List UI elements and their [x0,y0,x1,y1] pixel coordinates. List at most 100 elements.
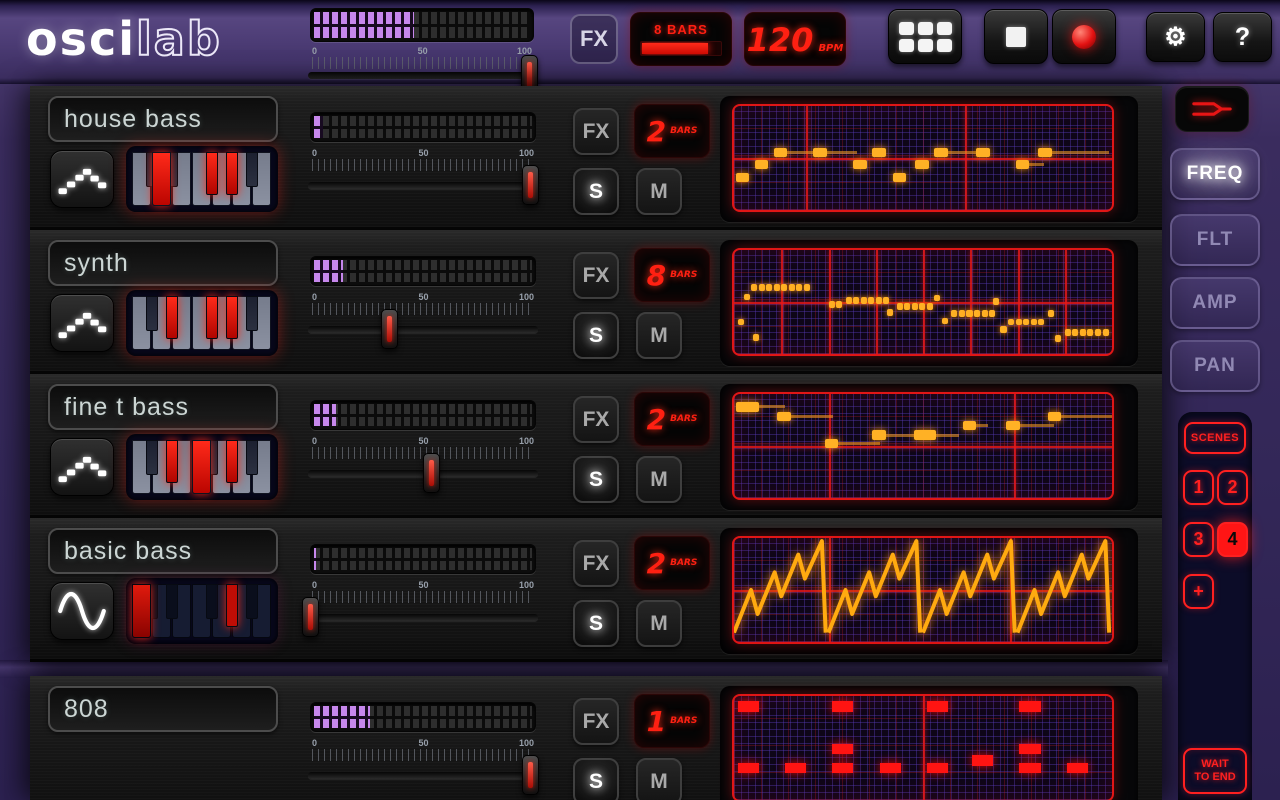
logo-text-solid: osci [26,12,137,66]
track-name-field[interactable]: 808 [48,686,278,732]
bars-display[interactable]: 2 BARS [634,104,710,158]
bars-unit: BARS [670,414,698,424]
volume-slider-track[interactable] [308,326,538,333]
song-bars-label: 8 BARS [654,22,708,37]
bpm-value: 120 [746,21,814,59]
mute-button[interactable]: M [636,600,682,647]
pattern-display[interactable] [720,528,1138,654]
master-fx-button[interactable]: FX [570,14,618,64]
black-key [225,440,239,484]
fx-button[interactable]: FX [573,396,619,443]
pads-view-button[interactable] [888,9,962,64]
keyboard-button[interactable] [126,434,278,500]
scene-add-button[interactable]: + [1183,574,1214,609]
tab-pan[interactable]: PAN [1170,340,1260,392]
fx-button[interactable]: FX [573,698,619,745]
mute-button[interactable]: M [636,758,682,800]
volume-slider-handle[interactable] [522,755,539,795]
track-name-field[interactable]: basic bass [48,528,278,574]
master-slider-scale: 0 50 100 [312,46,532,72]
track-meter-fill [314,116,323,138]
pattern-display[interactable] [720,240,1138,366]
wave-shape-button[interactable] [50,294,114,352]
pattern-display[interactable] [720,384,1138,510]
scale-tick-0: 0 [312,292,318,302]
tab-freq[interactable]: FREQ [1170,148,1260,200]
wave-shape-button[interactable] [50,438,114,496]
track-row: house bass 0 50 100 FX 2 BARS S M [30,86,1162,230]
fx-button[interactable]: FX [573,108,619,155]
tab-amp[interactable]: AMP [1170,277,1260,329]
volume-slider-scale: 0 50 100 [312,292,534,318]
keyboard-button[interactable] [126,146,278,212]
bar-divider-line [805,106,808,210]
pattern-display[interactable] [720,686,1138,800]
track-name-field[interactable]: fine t bass [48,384,278,430]
note-block [1006,421,1020,431]
keyboard-button[interactable] [126,290,278,356]
black-key [225,152,239,196]
bars-display[interactable]: 1 BARS [634,694,710,748]
volume-slider-handle[interactable] [381,309,399,349]
solo-button[interactable]: S [573,456,619,503]
scene-button-3[interactable]: 3 [1183,522,1214,557]
logo-text-outline: lab [135,11,222,67]
solo-button[interactable]: S [573,312,619,359]
fx-button[interactable]: FX [573,540,619,587]
scale-tick-50: 50 [418,292,429,302]
app-logo: osci lab [26,8,222,70]
volume-slider-handle[interactable] [423,453,440,493]
volume-slider-track[interactable] [308,772,538,779]
solo-button[interactable]: S [573,600,619,647]
keyboard-button[interactable] [126,578,278,644]
note-dot [1000,325,1007,333]
bars-display[interactable]: 8 BARS [634,248,710,302]
scene-button-4[interactable]: 4 [1217,522,1248,557]
note-dot [919,303,926,310]
note-dot [737,318,744,326]
track-name-field[interactable]: house bass [48,96,278,142]
volume-slider-handle[interactable] [522,165,539,205]
track-name: fine t bass [64,392,189,421]
scene-button-1[interactable]: 1 [1183,470,1214,505]
bars-display[interactable]: 2 BARS [634,392,710,446]
solo-button[interactable]: S [573,758,619,800]
bpm-display[interactable]: 120 BPM [744,12,846,66]
track-name: house bass [64,104,202,133]
drum-block [926,762,948,773]
settings-button[interactable]: ⚙ [1146,12,1205,62]
scale-tick-100: 100 [518,292,534,302]
scale-tick-100: 100 [518,436,534,446]
note-sustain-tail [1019,424,1054,428]
sine-wave-icon [58,591,106,631]
note-sustain-tail [1029,163,1045,167]
volume-slider-track[interactable] [308,614,538,621]
mute-button[interactable]: M [636,168,682,215]
solo-button[interactable]: S [573,168,619,215]
record-button[interactable] [1052,9,1116,64]
wave-shape-button[interactable] [50,582,114,640]
song-bars-readout[interactable]: 8 BARS [630,12,732,66]
wave-shape-button[interactable] [50,150,114,208]
track-name-field[interactable]: synth [48,240,278,286]
master-slider-track[interactable] [308,72,536,79]
mute-button[interactable]: M [636,312,682,359]
pattern-display[interactable] [720,96,1138,222]
tab-flt[interactable]: FLT [1170,214,1260,266]
note-dot [1094,329,1102,336]
help-button[interactable]: ? [1213,12,1272,62]
bar-divider-line [1017,250,1020,354]
note-dot [904,303,911,310]
black-key [245,152,259,187]
scale-tick-50: 50 [417,46,428,56]
wait-to-end-button[interactable]: WAIT TO END [1183,748,1247,794]
mute-button[interactable]: M [636,456,682,503]
stop-button[interactable] [984,9,1048,64]
bars-display[interactable]: 2 BARS [634,536,710,590]
osc-mode-button[interactable] [1175,86,1249,132]
volume-slider-track[interactable] [308,182,538,189]
scene-button-2[interactable]: 2 [1217,470,1248,505]
fx-button[interactable]: FX [573,252,619,299]
track-meter-fill [314,706,370,728]
volume-slider-handle[interactable] [302,597,319,637]
